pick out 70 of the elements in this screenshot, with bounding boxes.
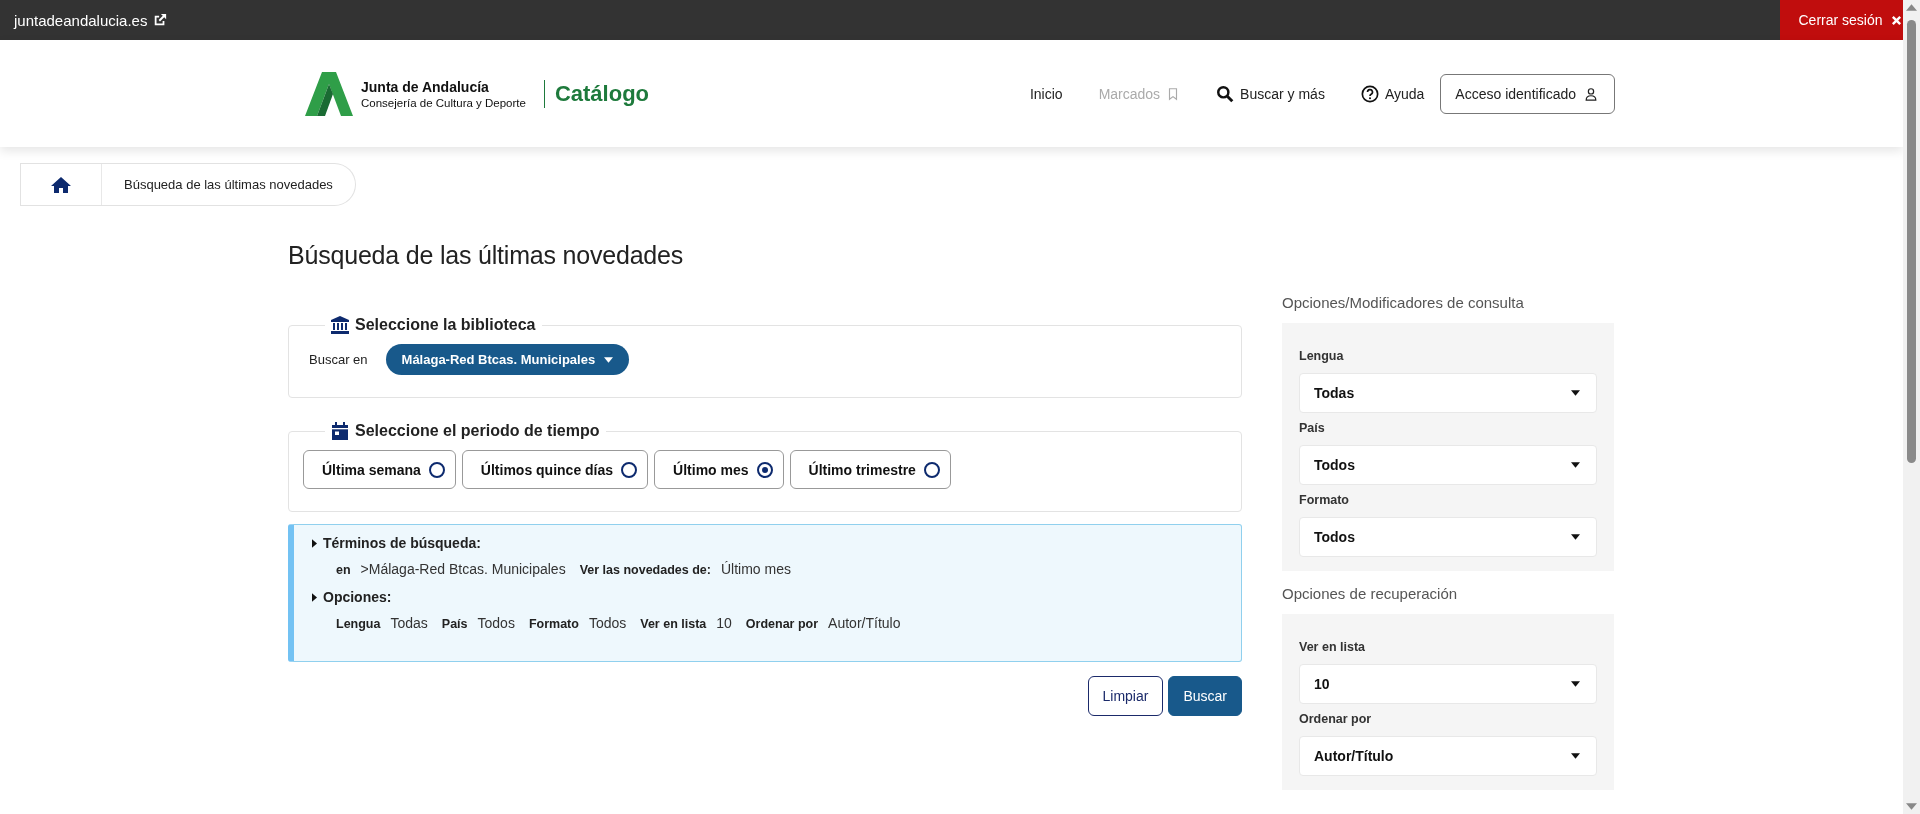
home-link[interactable]	[20, 164, 102, 205]
select-field[interactable]: Todos	[1299, 445, 1597, 485]
scrollbar-thumb[interactable]	[1907, 20, 1916, 463]
catalog-link[interactable]: Catálogo	[543, 79, 650, 108]
search-button[interactable]: Buscar	[1168, 676, 1242, 716]
sidebar-heading: Opciones/Modificadores de consulta	[1282, 294, 1525, 311]
caret-icon	[1571, 462, 1580, 468]
library-dropdown[interactable]: Málaga-Red Btcas. Municipales	[385, 344, 630, 375]
select-field[interactable]: 10	[1299, 664, 1597, 704]
field-label: Lengua	[1299, 349, 1345, 363]
caret-icon	[1571, 534, 1580, 540]
field-label: País	[1299, 421, 1326, 435]
scroll-up-icon[interactable]	[1906, 4, 1917, 11]
help-icon	[1360, 84, 1379, 103]
summary-value: 10	[716, 615, 732, 631]
summary-label: Ver en lista	[640, 617, 707, 631]
field-label: Ordenar por	[1299, 712, 1373, 726]
summary-value: Todos	[588, 615, 627, 631]
library-label: Buscar en	[309, 352, 368, 367]
calendar-icon	[331, 422, 349, 440]
select-field[interactable]: Todos	[1299, 517, 1597, 557]
external-link-icon	[153, 13, 168, 27]
logo-subtitle: Consejería de Cultura y Deporte	[361, 96, 526, 109]
page-title: Búsqueda de las últimas novedades	[288, 241, 685, 270]
search-icon	[1216, 84, 1235, 103]
login-button[interactable]: Acceso identificado	[1440, 73, 1615, 114]
scroll-down-icon[interactable]	[1906, 803, 1917, 810]
logo-mark-icon	[305, 71, 353, 116]
close-icon	[1890, 14, 1902, 26]
nav-link[interactable]: Buscar y más	[1216, 84, 1325, 103]
period-option[interactable]: Último trimestre	[789, 450, 951, 489]
home-icon	[51, 175, 71, 194]
sidebar-heading: Opciones de recuperación	[1282, 585, 1459, 602]
select-field[interactable]: Autor/Título	[1299, 736, 1597, 776]
logo-title: Junta de Andalucía	[361, 78, 490, 95]
options-heading: Opciones:	[323, 589, 392, 605]
caret-icon	[604, 356, 614, 363]
select-field[interactable]: Todas	[1299, 373, 1597, 413]
nav-link[interactable]: Ayuda	[1360, 84, 1425, 103]
period-option[interactable]: Última semana	[303, 450, 456, 489]
summary-label: en	[336, 563, 351, 577]
breadcrumb-current: Búsqueda de las últimas novedades	[123, 177, 333, 192]
summary-value: Último mes	[720, 561, 791, 577]
nav-link[interactable]: Inicio	[1029, 85, 1063, 102]
summary-label: Lengua	[336, 617, 381, 631]
summary-value: Autor/Título	[828, 615, 901, 631]
caret-icon	[312, 592, 317, 602]
period-option[interactable]: Últimos quince días	[461, 450, 649, 489]
summary-label: Ver las novedades de:	[579, 563, 711, 577]
field-label: Ver en lista	[1299, 640, 1366, 654]
summary-value: >Málaga-Red Btcas. Municipales	[360, 561, 566, 577]
summary-label: Formato	[528, 617, 579, 631]
library-legend: Seleccione la biblioteca	[355, 316, 536, 334]
period-option[interactable]: Último mes	[654, 450, 784, 489]
caret-icon	[1571, 681, 1580, 687]
clear-button[interactable]: Limpiar	[1087, 676, 1164, 716]
bank-icon	[331, 316, 349, 334]
user-icon	[1584, 86, 1598, 101]
logout-button[interactable]: Cerrar sesión	[1780, 0, 1903, 40]
field-label: Formato	[1299, 493, 1350, 507]
caret-icon	[1571, 753, 1580, 759]
summary-value: Todos	[477, 615, 515, 631]
caret-icon	[312, 538, 317, 548]
caret-icon	[1571, 390, 1580, 396]
summary-label: País	[441, 617, 468, 631]
summary-value: Todas	[390, 615, 428, 631]
period-legend: Seleccione el periodo de tiempo	[355, 422, 600, 440]
terms-heading: Términos de búsqueda:	[323, 535, 481, 551]
site-link[interactable]: juntadeandalucia.es	[0, 11, 168, 29]
summary-label: Ordenar por	[745, 617, 819, 631]
